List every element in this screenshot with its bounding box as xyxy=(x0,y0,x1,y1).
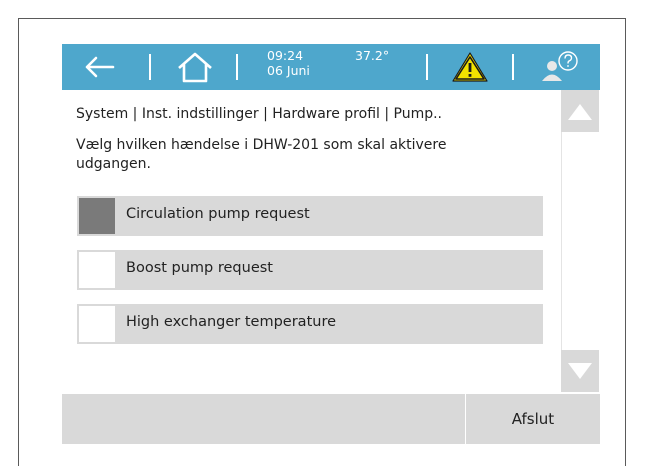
warning-icon xyxy=(452,52,488,82)
option-circulation-pump-request[interactable]: Circulation pump request xyxy=(77,196,543,236)
home-button[interactable] xyxy=(168,44,222,90)
scroll-up-button[interactable] xyxy=(561,90,599,132)
user-help-icon xyxy=(542,51,578,81)
triangle-up-icon xyxy=(568,104,592,120)
breadcrumb: System | Inst. indstillinger | Hardware … xyxy=(76,106,443,122)
exit-button[interactable]: Afslut xyxy=(465,394,600,444)
home-icon xyxy=(178,52,212,83)
separator xyxy=(149,54,151,80)
option-checkbox[interactable] xyxy=(79,252,115,288)
warning-button[interactable] xyxy=(446,44,494,90)
option-label: Boost pump request xyxy=(126,260,273,276)
back-arrow-icon xyxy=(85,56,115,78)
separator xyxy=(512,54,514,80)
option-checkbox[interactable] xyxy=(79,198,115,234)
bottom-bar: Afslut xyxy=(62,394,600,444)
top-bar: 09:24 06 Juni 37.2° xyxy=(62,44,600,90)
option-checkbox[interactable] xyxy=(79,306,115,342)
triangle-down-icon xyxy=(568,363,592,379)
user-help-button[interactable] xyxy=(528,44,592,90)
option-label: Circulation pump request xyxy=(126,206,310,222)
clock-time: 09:24 xyxy=(267,48,304,63)
screen: 09:24 06 Juni 37.2° System | Inst. indst… xyxy=(62,44,600,444)
option-high-exchanger-temperature[interactable]: High exchanger temperature xyxy=(77,304,543,344)
option-label: High exchanger temperature xyxy=(126,314,337,330)
option-boost-pump-request[interactable]: Boost pump request xyxy=(77,250,543,290)
separator xyxy=(236,54,238,80)
temperature-readout: 37.2° xyxy=(355,48,390,63)
scroll-down-button[interactable] xyxy=(561,350,599,392)
instruction-text: Vælg hvilken hændelse i DHW-201 som skal… xyxy=(76,137,447,172)
scroll-track xyxy=(561,132,562,350)
back-button[interactable] xyxy=(68,44,132,90)
separator xyxy=(426,54,428,80)
clock-date: 06 Juni xyxy=(267,63,310,78)
